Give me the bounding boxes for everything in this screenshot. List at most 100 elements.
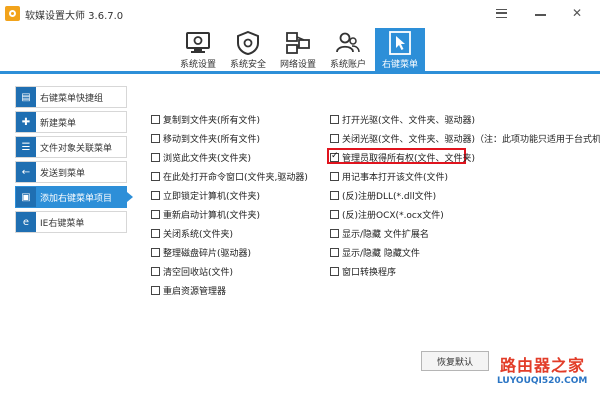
sidebar-item-label: IE右键菜单 — [40, 218, 85, 229]
option-register-dll[interactable]: (反)注册DLL(*.dll文件) — [330, 188, 436, 202]
cursor-icon — [389, 31, 411, 55]
option-label: 浏览此文件夹(文件夹) — [163, 153, 252, 164]
checkbox[interactable] — [151, 171, 160, 181]
option-toggle-hidden-files[interactable]: 显示/隐藏 隐藏文件 — [330, 245, 420, 259]
option-close-cd-tray[interactable]: 关闭光驱(文件、文件夹、驱动器)（注：此项功能只适用于台式机） — [330, 131, 600, 145]
close-icon: ✕ — [571, 6, 583, 20]
network-icon — [286, 32, 310, 54]
menu-button[interactable] — [486, 0, 516, 26]
checkbox[interactable] — [151, 133, 160, 143]
option-move-to-folder[interactable]: 移动到文件夹(所有文件) — [151, 131, 260, 145]
option-label: 管理员取得所有权(文件、文件夹) — [342, 153, 476, 164]
checkbox[interactable] — [151, 114, 160, 124]
minimize-button[interactable] — [525, 0, 555, 26]
option-label: 整理磁盘碎片(驱动器) — [163, 248, 252, 259]
checkbox[interactable] — [330, 133, 339, 143]
option-defragment[interactable]: 整理磁盘碎片(驱动器) — [151, 245, 251, 259]
watermark-url: LUYOUQI520.COM — [497, 376, 588, 386]
sidebar-item-label: 文件对象关联菜单 — [40, 143, 113, 154]
option-label: 用记事本打开该文件(文件) — [342, 172, 449, 183]
sidebar-item-label: 新建菜单 — [40, 118, 77, 129]
option-take-ownership[interactable]: 管理员取得所有权(文件、文件夹) — [330, 150, 475, 164]
option-toggle-extensions[interactable]: 显示/隐藏 文件扩展名 — [330, 226, 429, 240]
option-label: 重新启动计算机(文件夹) — [163, 210, 261, 221]
users-icon — [336, 32, 360, 53]
restore-default-button[interactable]: 恢复默认 — [421, 351, 489, 371]
menu-group-icon: ▤ — [16, 87, 36, 107]
option-label: 移动到文件夹(所有文件) — [163, 134, 261, 145]
option-label: 立即锁定计算机(文件夹) — [163, 191, 261, 202]
checkbox[interactable] — [151, 228, 160, 238]
option-label: 关闭系统(文件夹) — [163, 229, 234, 240]
option-label: 清空回收站(文件) — [163, 267, 234, 278]
option-label: 打开光驱(文件、文件夹、驱动器) — [342, 115, 476, 126]
sidebar-item-send-to[interactable]: ← 发送到菜单 — [15, 161, 127, 183]
tab-context-menu[interactable]: 右键菜单 — [375, 28, 425, 74]
option-label: 复制到文件夹(所有文件) — [163, 115, 261, 126]
option-copy-to-folder[interactable]: 复制到文件夹(所有文件) — [151, 112, 260, 126]
checkbox[interactable] — [151, 190, 160, 200]
checkbox[interactable] — [151, 285, 160, 295]
shield-gear-icon — [237, 31, 259, 55]
option-label: 关闭光驱(文件、文件夹、驱动器)（注：此项功能只适用于台式机） — [342, 134, 600, 145]
checkbox[interactable] — [330, 228, 339, 238]
option-restart-computer[interactable]: 重新启动计算机(文件夹) — [151, 207, 260, 221]
checkbox[interactable] — [151, 152, 160, 162]
app-logo-icon — [5, 6, 20, 21]
tab-label: 系统设置 — [179, 60, 216, 70]
option-register-ocx[interactable]: (反)注册OCX(*.ocx文件) — [330, 207, 444, 221]
minimize-icon — [534, 14, 546, 16]
top-nav: 系统设置 系统安全 网络设置 系统账户 右键菜单 — [0, 28, 600, 74]
option-label: 显示/隐藏 文件扩展名 — [342, 229, 429, 240]
checkbox[interactable] — [330, 209, 339, 219]
new-menu-icon: ✚ — [16, 112, 36, 132]
sidebar-item-add-menu-item[interactable]: ▣ 添加右键菜单项目 — [15, 186, 133, 208]
option-browse-folder[interactable]: 浏览此文件夹(文件夹) — [151, 150, 251, 164]
option-shutdown[interactable]: 关闭系统(文件夹) — [151, 226, 233, 240]
window-title: 软媒设置大师 3.6.7.0 — [25, 11, 124, 22]
option-lock-computer[interactable]: 立即锁定计算机(文件夹) — [151, 188, 260, 202]
checkbox[interactable] — [151, 247, 160, 257]
checkbox-checked[interactable] — [330, 151, 339, 162]
checkbox[interactable] — [151, 209, 160, 219]
checkbox[interactable] — [330, 190, 339, 200]
tab-system-security[interactable]: 系统安全 — [223, 28, 273, 74]
sidebar-item-new-menu[interactable]: ✚ 新建菜单 — [15, 111, 127, 133]
add-menu-icon: ▣ — [16, 187, 36, 207]
sidebar-item-ie-menu[interactable]: e IE右键菜单 — [15, 211, 127, 233]
option-open-cd-tray[interactable]: 打开光驱(文件、文件夹、驱动器) — [330, 112, 475, 126]
tab-network-settings[interactable]: 网络设置 — [273, 28, 323, 74]
option-label: (反)注册DLL(*.dll文件) — [342, 191, 437, 202]
list-icon: ☰ — [16, 137, 36, 157]
ie-icon: e — [16, 212, 36, 232]
close-button[interactable]: ✕ — [562, 0, 592, 26]
title-bar: 软媒设置大师 3.6.7.0 ✕ — [0, 0, 600, 28]
tab-system-accounts[interactable]: 系统账户 — [323, 28, 373, 74]
tab-label: 右键菜单 — [381, 60, 418, 70]
sidebar-item-label: 添加右键菜单项目 — [40, 193, 113, 204]
watermark-logo: 路由器之家 — [500, 356, 586, 375]
monitor-gear-icon — [186, 32, 210, 53]
tab-label: 网络设置 — [279, 60, 316, 70]
sidebar-item-label: 发送到菜单 — [40, 168, 86, 179]
send-to-icon: ← — [16, 162, 36, 182]
option-label: 重启资源管理器 — [163, 286, 227, 297]
checkbox[interactable] — [330, 247, 339, 257]
checkbox[interactable] — [151, 266, 160, 276]
sidebar-item-label: 右键菜单快捷组 — [40, 93, 104, 104]
tab-system-settings[interactable]: 系统设置 — [173, 28, 223, 74]
checkbox[interactable] — [330, 171, 339, 181]
option-label: (反)注册OCX(*.ocx文件) — [342, 210, 444, 221]
option-empty-recycle-bin[interactable]: 清空回收站(文件) — [151, 264, 233, 278]
hamburger-icon — [495, 8, 507, 18]
option-label: 窗口转换程序 — [342, 267, 397, 278]
option-open-cmd-here[interactable]: 在此处打开命令窗口(文件夹,驱动器) — [151, 169, 308, 183]
sidebar-item-context-group[interactable]: ▤ 右键菜单快捷组 — [15, 86, 127, 108]
option-label: 在此处打开命令窗口(文件夹,驱动器) — [163, 172, 308, 183]
option-open-with-notepad[interactable]: 用记事本打开该文件(文件) — [330, 169, 448, 183]
option-restart-explorer[interactable]: 重启资源管理器 — [151, 283, 226, 297]
sidebar-item-file-association[interactable]: ☰ 文件对象关联菜单 — [15, 136, 127, 158]
checkbox[interactable] — [330, 266, 339, 276]
option-window-switcher[interactable]: 窗口转换程序 — [330, 264, 396, 278]
checkbox[interactable] — [330, 114, 339, 124]
